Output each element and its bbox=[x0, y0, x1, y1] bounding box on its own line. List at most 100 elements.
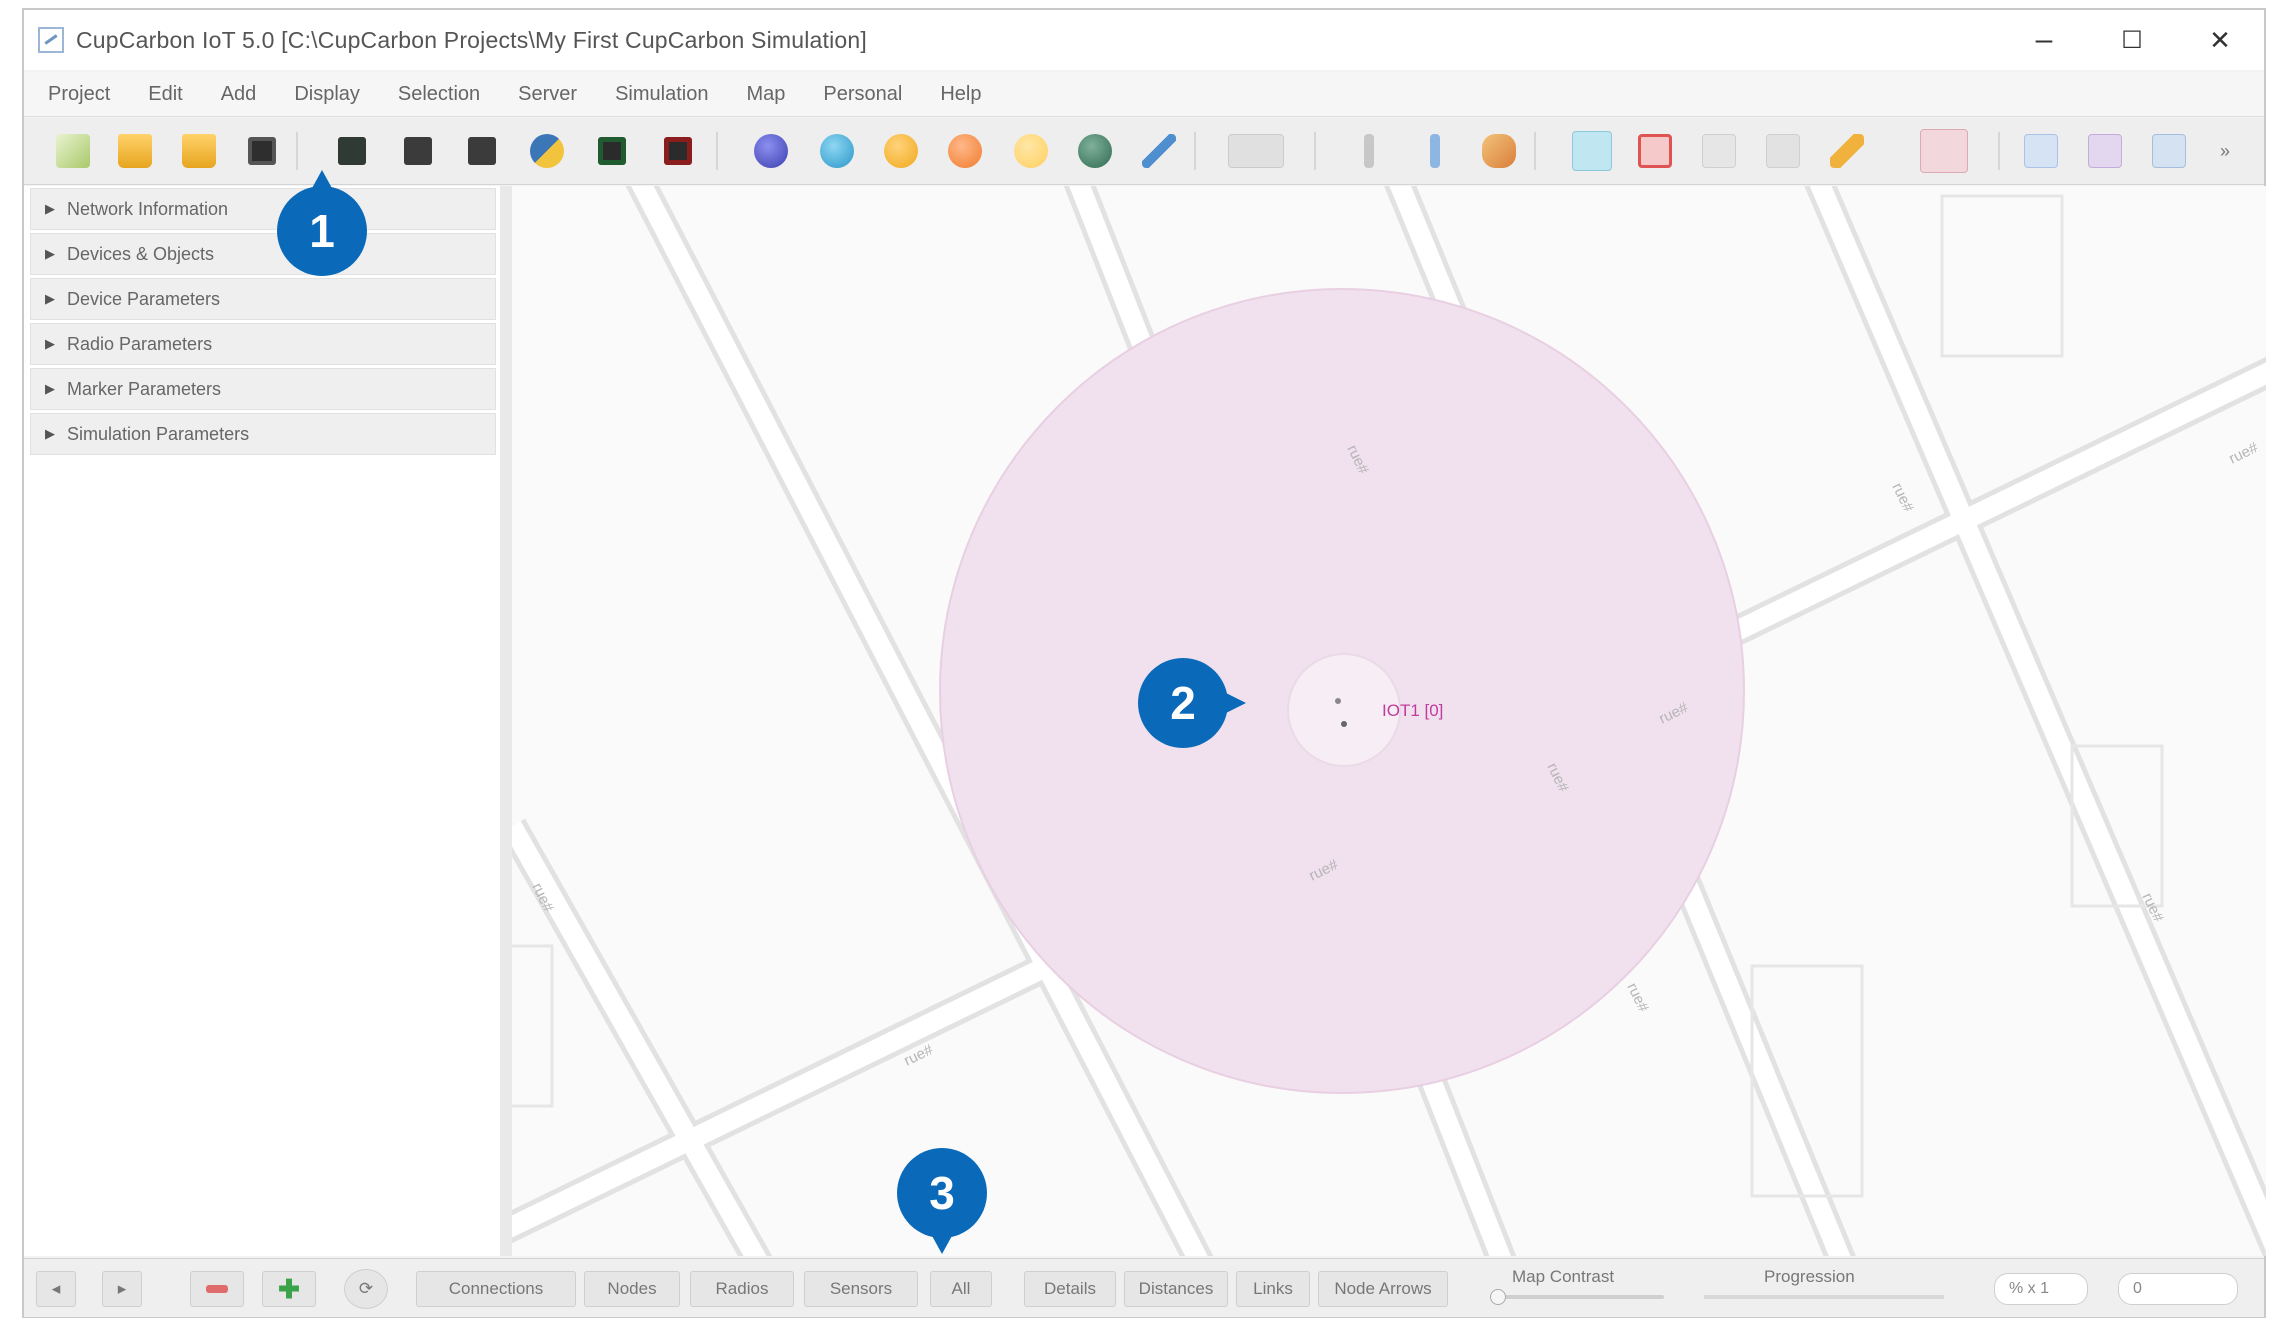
toolbar-separator bbox=[296, 132, 298, 170]
layout-icon[interactable] bbox=[2152, 134, 2186, 168]
zoom-factor-field[interactable]: % x 1 bbox=[1994, 1273, 2088, 1305]
slider-thumb[interactable] bbox=[1490, 1289, 1506, 1305]
menu-map[interactable]: Map bbox=[746, 83, 785, 106]
view-icon[interactable] bbox=[404, 137, 432, 165]
heart-icon[interactable] bbox=[1920, 129, 1968, 173]
links-button[interactable]: Links bbox=[1236, 1271, 1310, 1307]
remove-button[interactable] bbox=[190, 1271, 244, 1307]
route-icon[interactable] bbox=[1142, 134, 1176, 168]
panel-network-information[interactable]: ▶ Network Information bbox=[30, 188, 496, 230]
gas-icon[interactable] bbox=[948, 134, 982, 168]
status-bar: ◂ ▸ ✚ ⟳ Connections Nodes Radios Sensors… bbox=[24, 1258, 2264, 1317]
toolbar-separator bbox=[1314, 132, 1316, 170]
panel-label: Simulation Parameters bbox=[67, 423, 250, 444]
view-icon[interactable] bbox=[468, 137, 496, 165]
panel-device-parameters[interactable]: ▶ Device Parameters bbox=[30, 278, 496, 320]
open-folder-icon[interactable] bbox=[118, 134, 152, 168]
add-button[interactable]: ✚ bbox=[262, 1271, 316, 1307]
link-icon[interactable] bbox=[1482, 134, 1516, 168]
minus-icon bbox=[206, 1285, 228, 1293]
connections-button[interactable]: Connections bbox=[416, 1271, 576, 1307]
callout-badge-3: 3 bbox=[897, 1148, 987, 1254]
new-project-icon[interactable] bbox=[56, 134, 90, 168]
close-button[interactable]: ✕ bbox=[2176, 10, 2264, 70]
menu-simulation[interactable]: Simulation bbox=[615, 83, 708, 106]
more-icon[interactable]: » bbox=[2220, 134, 2240, 168]
progression-label: Progression bbox=[1764, 1267, 1855, 1286]
details-button[interactable]: Details bbox=[1024, 1271, 1116, 1307]
radios-button[interactable]: Radios bbox=[690, 1271, 794, 1307]
chart-icon[interactable] bbox=[1702, 134, 1736, 168]
record-icon[interactable] bbox=[1638, 134, 1672, 168]
sensors-button[interactable]: Sensors bbox=[804, 1271, 918, 1307]
iot-node bbox=[1341, 721, 1347, 727]
maximize-button[interactable]: ☐ bbox=[2088, 10, 2176, 70]
menu-project[interactable]: Project bbox=[48, 83, 110, 106]
street-label: rue# bbox=[1623, 980, 1652, 1015]
menu-selection[interactable]: Selection bbox=[398, 83, 480, 106]
street-label: rue# bbox=[1888, 480, 1917, 515]
callout-badge-1: 1 bbox=[277, 170, 367, 276]
save-icon[interactable] bbox=[248, 137, 276, 165]
map-contrast-slider[interactable] bbox=[1490, 1289, 1664, 1305]
toolbar-separator bbox=[1194, 132, 1196, 170]
all-button[interactable]: All bbox=[930, 1271, 992, 1307]
sensor-node-icon[interactable] bbox=[754, 134, 788, 168]
router-icon[interactable] bbox=[1078, 134, 1112, 168]
grid-icon[interactable] bbox=[1228, 134, 1284, 168]
panel-label: Devices & Objects bbox=[67, 243, 215, 264]
value-field[interactable]: 0 bbox=[2118, 1273, 2238, 1305]
panel-marker-parameters[interactable]: ▶ Marker Parameters bbox=[30, 368, 496, 410]
menu-edit[interactable]: Edit bbox=[148, 83, 182, 106]
start-icon[interactable] bbox=[598, 137, 626, 165]
menu-personal[interactable]: Personal bbox=[823, 83, 902, 106]
map-svg: IOT1 [0] rue# rue# rue# rue# rue# rue# r… bbox=[512, 186, 2266, 1256]
previous-button[interactable]: ◂ bbox=[36, 1271, 76, 1307]
panel-label: Network Information bbox=[67, 198, 229, 219]
street-label: rue# bbox=[2226, 439, 2261, 468]
view-icon[interactable] bbox=[338, 137, 366, 165]
next-button[interactable]: ▸ bbox=[102, 1271, 142, 1307]
expand-arrow-icon: ▶ bbox=[45, 381, 55, 396]
distances-button[interactable]: Distances bbox=[1124, 1271, 1228, 1307]
refresh-button[interactable]: ⟳ bbox=[344, 1269, 388, 1309]
menu-display[interactable]: Display bbox=[294, 83, 360, 106]
panel-radio-parameters[interactable]: ▶ Radio Parameters bbox=[30, 323, 496, 365]
callout-badge-2: 2 bbox=[1138, 658, 1246, 748]
node-arrows-button[interactable]: Node Arrows bbox=[1318, 1271, 1448, 1307]
nodes-button[interactable]: Nodes bbox=[584, 1271, 680, 1307]
stop-icon[interactable] bbox=[664, 137, 692, 165]
marker-line-icon[interactable] bbox=[1430, 134, 1440, 168]
toolbar-separator bbox=[1534, 132, 1536, 170]
marker-icon[interactable] bbox=[1014, 134, 1048, 168]
undo-icon[interactable] bbox=[2024, 134, 2058, 168]
plus-icon: ✚ bbox=[278, 1273, 300, 1304]
map-canvas[interactable]: IOT1 [0] rue# rue# rue# rue# rue# rue# r… bbox=[512, 186, 2266, 1256]
window-controls: – ☐ ✕ bbox=[2000, 10, 2264, 70]
menu-add[interactable]: Add bbox=[221, 83, 257, 106]
columns-icon[interactable] bbox=[2088, 134, 2122, 168]
panel-devices-objects[interactable]: ▶ Devices & Objects bbox=[30, 233, 496, 275]
mobile-icon[interactable] bbox=[884, 134, 918, 168]
building bbox=[512, 944, 554, 1108]
play-icon[interactable] bbox=[1572, 131, 1612, 171]
menu-server[interactable]: Server bbox=[518, 83, 577, 106]
python-icon[interactable] bbox=[530, 134, 564, 168]
toolbar-separator bbox=[716, 132, 718, 170]
progression-bar bbox=[1704, 1295, 1944, 1299]
edit-icon[interactable] bbox=[1766, 134, 1800, 168]
toolbar-separator bbox=[1998, 132, 2000, 170]
minimize-button[interactable]: – bbox=[2000, 10, 2088, 70]
marker-line-icon[interactable] bbox=[1364, 134, 1374, 168]
expand-arrow-icon: ▶ bbox=[45, 201, 55, 216]
sidebar: ▶ Network Information ▶ Devices & Object… bbox=[24, 186, 512, 1256]
menu-help[interactable]: Help bbox=[940, 83, 981, 106]
base-station-icon[interactable] bbox=[820, 134, 854, 168]
node-label: IOT1 [0] bbox=[1382, 701, 1443, 720]
iot-node bbox=[1335, 698, 1341, 704]
open-recent-icon[interactable] bbox=[182, 134, 216, 168]
title-bar: CupCarbon IoT 5.0 [C:\CupCarbon Projects… bbox=[24, 10, 2264, 70]
pencil-icon[interactable] bbox=[1830, 134, 1864, 168]
map-contrast-label: Map Contrast bbox=[1512, 1267, 1615, 1286]
panel-simulation-parameters[interactable]: ▶ Simulation Parameters bbox=[30, 413, 496, 455]
